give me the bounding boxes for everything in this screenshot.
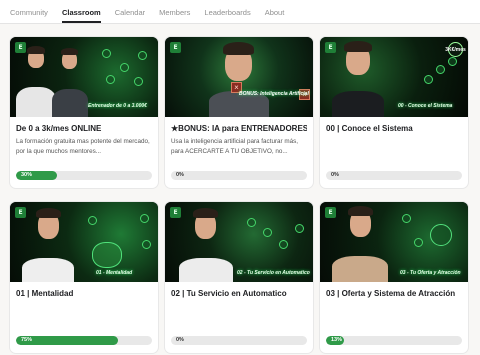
thumbnail-caption: 01 - Mentalidad (96, 270, 133, 276)
tab-calendar[interactable]: Calendar (108, 8, 152, 23)
course-title: 00 | Conoce el Sistema (326, 124, 413, 133)
progress-label: 13% (331, 337, 343, 343)
thumbnail-caption: 03 - Tu Oferta y Atracción (400, 270, 461, 276)
course-description (171, 302, 307, 321)
course-title: 03 | Oferta y Sistema de Atracción (326, 289, 456, 298)
brand-logo-icon: E (15, 42, 26, 53)
thumbnail-caption: BONUS: Inteligencia Artificial (239, 91, 309, 97)
income-badge: 3K€/mes (445, 42, 466, 57)
course-thumbnail: 3K€/mes 00 - Conoce el Sistema E (320, 37, 468, 117)
course-card[interactable]: 3K€/mes 00 - Conoce el Sistema E 00 | Co… (320, 37, 468, 188)
brain-icon (92, 242, 122, 268)
course-card[interactable]: × × BONUS: Inteligencia Artificial E ★BO… (165, 37, 313, 188)
thumbnail-caption: 00 - Conoce el Sistema (398, 103, 453, 109)
course-card[interactable]: 01 - Mentalidad E 01 | Mentalidad 75% (10, 202, 158, 353)
course-description: La formación gratuita mas potente del me… (16, 138, 150, 155)
progress-label: 0% (176, 337, 184, 343)
brand-logo-icon: E (15, 207, 26, 218)
course-thumbnail: Entrenador de 0 a 3.000€ E (10, 37, 158, 117)
course-thumbnail: 01 - Mentalidad E (10, 202, 158, 282)
brand-logo-icon: E (325, 207, 336, 218)
progress-bar: 30% (16, 171, 152, 180)
course-description: Usa la inteligencia artificial para fact… (171, 138, 299, 155)
tab-leaderboards[interactable]: Leaderboards (197, 8, 257, 23)
progress-label: 0% (331, 172, 339, 178)
course-card[interactable]: 02 - Tu Servicio en Automatico E 02 | Tu… (165, 202, 313, 353)
course-title: ★BONUS: IA para ENTRENADORES (171, 124, 307, 133)
course-thumbnail: × × BONUS: Inteligencia Artificial E (165, 37, 313, 117)
top-nav: Community Classroom Calendar Members Lea… (0, 0, 480, 24)
course-card[interactable]: 03 - Tu Oferta y Atracción E 03 | Oferta… (320, 202, 468, 353)
tab-community[interactable]: Community (10, 8, 55, 23)
course-description (326, 302, 462, 321)
tab-classroom[interactable]: Classroom (55, 8, 108, 23)
course-thumbnail: 03 - Tu Oferta y Atracción E (320, 202, 468, 282)
brand-logo-icon: E (170, 207, 181, 218)
progress-label: 30% (21, 172, 33, 178)
progress-label: 75% (21, 337, 33, 343)
progress-bar: 13% (326, 336, 462, 345)
progress-bar: 0% (171, 336, 307, 345)
progress-bar: 0% (326, 171, 462, 180)
magnet-icon (430, 224, 452, 246)
thumbnail-caption: 02 - Tu Servicio en Automatico (237, 270, 310, 276)
brand-logo-icon: E (170, 42, 181, 53)
thumbnail-caption: Entrenador de 0 a 3.000€ (88, 103, 147, 109)
progress-bar: 0% (171, 171, 307, 180)
tab-about[interactable]: About (258, 8, 292, 23)
brand-logo-icon: E (325, 42, 336, 53)
tab-members[interactable]: Members (152, 8, 197, 23)
course-title: 02 | Tu Servicio en Automatico (171, 289, 287, 298)
course-card[interactable]: Entrenador de 0 a 3.000€ E De 0 a 3k/mes… (10, 37, 158, 188)
course-thumbnail: 02 - Tu Servicio en Automatico E (165, 202, 313, 282)
progress-label: 0% (176, 172, 184, 178)
course-grid: Entrenador de 0 a 3.000€ E De 0 a 3k/mes… (10, 37, 468, 353)
progress-bar: 75% (16, 336, 152, 345)
course-description (326, 137, 462, 156)
course-title: De 0 a 3k/mes ONLINE (16, 124, 102, 133)
course-title: 01 | Mentalidad (16, 289, 74, 298)
course-description (16, 302, 152, 321)
